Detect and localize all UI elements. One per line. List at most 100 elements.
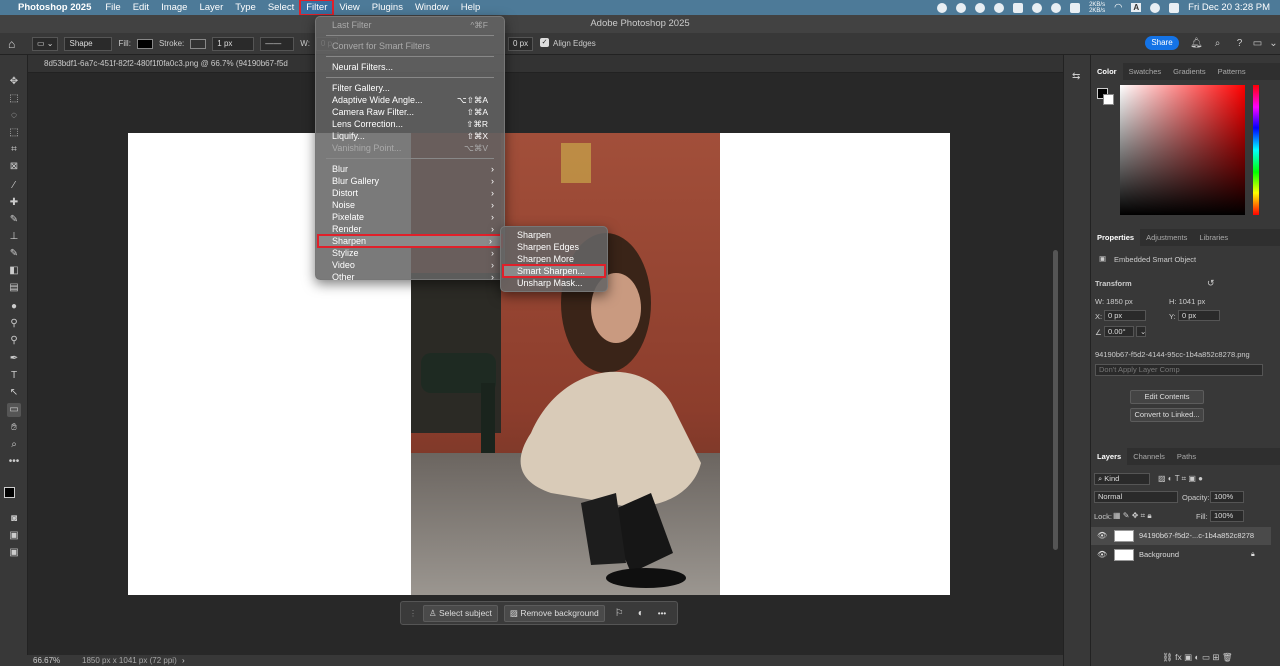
workspace-menu-icon[interactable]: ⌄ [1268,38,1279,49]
menu-item-filter-gallery[interactable]: Filter Gallery... [316,82,504,94]
sharpen-tool-icon[interactable]: ⚲ [7,334,21,348]
tab-color[interactable]: Color [1091,63,1123,80]
shape-tool-preset[interactable]: ▭ ⌄ [32,36,59,51]
marquee-tool-icon[interactable]: ⬚ [7,92,21,106]
tab-paths[interactable]: Paths [1171,448,1202,465]
chevron-right-icon[interactable]: › [182,655,185,666]
screen-mode-icon[interactable]: ▣ [7,529,21,543]
y-field[interactable]: 0 px [1178,310,1220,321]
menu-item-neural-filters[interactable]: Neural Filters... [316,61,504,73]
generative-icon[interactable]: ▣ [7,546,21,560]
menu-layer[interactable]: Layer [193,0,229,15]
layer-row-background[interactable]: 👁︎ Background 🔒︎ [1091,546,1271,564]
apple-icon[interactable] [0,0,12,15]
menu-item-noise[interactable]: Noise › [316,199,504,211]
color-picker-field[interactable] [1120,85,1245,215]
submenu-item-unsharp-mask[interactable]: Unsharp Mask... [501,277,607,289]
checkmark-icon[interactable] [956,2,967,13]
history-brush-tool-icon[interactable]: ✎ [7,247,21,261]
hand-tool-icon[interactable]: ✋︎ [7,421,21,435]
visibility-eye-icon[interactable]: 👁︎ [1097,546,1107,564]
brush-tool-icon[interactable]: ✎ [7,213,21,227]
tab-patterns[interactable]: Patterns [1212,63,1252,80]
menu-item-adaptive-wide-angle[interactable]: Adaptive Wide Angle... ⌥⇧⌘A [316,94,504,106]
layer-filter-kind[interactable]: ⌕ Kind [1094,473,1150,485]
menu-item-last-filter[interactable]: Last Filter ^⌘F [316,19,504,31]
fill-swatch[interactable] [136,38,153,49]
menu-type[interactable]: Type [229,0,262,15]
help-icon[interactable]: ? [1234,38,1245,49]
stroke-width-field[interactable]: 1 px [212,36,255,51]
stroke-type-select[interactable]: —— ⌄ [260,36,295,60]
menu-image[interactable]: Image [155,0,193,15]
menu-item-distort[interactable]: Distort › [316,187,504,199]
drag-handle-icon[interactable]: ⋮ [409,609,417,618]
color-background-swatch[interactable] [1103,94,1114,105]
foreground-color-swatch[interactable] [4,487,15,498]
tab-libraries[interactable]: Libraries [1193,229,1234,246]
status-icon[interactable] [994,2,1005,13]
x-field[interactable]: 0 px [1104,310,1146,321]
tool-mode-select[interactable]: Shape [64,36,113,51]
menu-file[interactable]: File [99,0,126,15]
menu-item-stylize[interactable]: Stylize › [316,247,504,259]
history-panel-icon[interactable]: ⇆ [1072,71,1080,82]
path-selection-tool-icon[interactable]: ↖ [7,386,21,400]
status-icon[interactable] [1013,2,1024,13]
rectangle-tool-icon[interactable]: ▭ [7,403,21,417]
menu-item-liquify[interactable]: Liquify... ⇧⌘X [316,130,504,142]
menu-item-blur-gallery[interactable]: Blur Gallery › [316,175,504,187]
clone-stamp-tool-icon[interactable]: ⊥ [7,230,21,244]
vertical-scrollbar[interactable] [1053,250,1058,550]
tab-layers[interactable]: Layers [1091,448,1128,465]
menu-app-name[interactable]: Photoshop 2025 [12,0,99,15]
remove-background-button[interactable]: ▨ Remove background [503,604,605,622]
share-button[interactable]: Share [1145,36,1179,50]
menu-view[interactable]: View [333,0,365,15]
play-icon[interactable] [1032,2,1043,13]
battery-icon[interactable] [1070,2,1081,13]
status-icon[interactable] [1051,2,1062,13]
hue-slider[interactable] [1253,85,1259,215]
convert-to-linked-button[interactable]: Convert to Linked... [1130,408,1204,422]
object-selection-tool-icon[interactable]: ⬚ [7,126,21,140]
blur-tool-icon[interactable]: ● [7,300,21,314]
move-tool-icon[interactable]: ✥ [7,75,21,89]
submenu-item-sharpen-more[interactable]: Sharpen More [501,253,607,265]
home-icon[interactable]: ⌂ [8,37,26,51]
angle-dropdown[interactable]: ⌄ [1136,326,1146,337]
gradient-tool-icon[interactable]: ▤ [7,281,21,295]
submenu-item-smart-sharpen[interactable]: Smart Sharpen... [502,264,606,278]
layer-actions-icons[interactable]: ⛓ fx ▣ ◐ ▭ ⊞ 🗑︎ [1162,652,1233,663]
transform-icon[interactable]: ⚐ [611,608,628,619]
healing-brush-tool-icon[interactable]: ✚ [7,196,21,210]
layer-comp-select[interactable]: Don't Apply Layer Comp [1095,364,1263,376]
document-tab[interactable]: 8d53bdf1-6a7c-451f-82f2-480f1f0fa0c3.png… [28,55,1063,73]
tab-channels[interactable]: Channels [1127,448,1171,465]
menu-item-pixelate[interactable]: Pixelate › [316,211,504,223]
control-center-icon[interactable] [1169,2,1180,13]
adjustment-icon[interactable]: ◐ [634,608,648,619]
eraser-tool-icon[interactable]: ◧ [7,264,21,278]
datetime[interactable]: Fri Dec 20 3:28 PM [1188,2,1270,13]
menu-item-sharpen[interactable]: Sharpen › [317,234,503,248]
tab-adjustments[interactable]: Adjustments [1140,229,1193,246]
lock-icons[interactable]: ▦ ✎ ✥ ⌗ 🔒︎ [1113,511,1152,521]
crop-tool-icon[interactable]: ⌗ [7,143,21,157]
menu-item-camera-raw-filter[interactable]: Camera Raw Filter... ⇧⌘A [316,106,504,118]
more-options-button[interactable]: ••• [654,609,670,618]
edit-contents-button[interactable]: Edit Contents [1130,390,1204,404]
lasso-tool-icon[interactable]: ◌ [7,109,21,123]
wifi-icon[interactable]: ◠ [1114,2,1122,13]
tab-swatches[interactable]: Swatches [1123,63,1168,80]
opacity-field[interactable]: 100% [1210,491,1244,503]
select-subject-button[interactable]: ♙ Select subject [423,604,498,622]
type-tool-icon[interactable]: T [7,369,21,383]
pen-tool-icon[interactable]: ✒ [7,352,21,366]
dodge-tool-icon[interactable]: ⚲ [7,317,21,331]
menu-select[interactable]: Select [262,0,300,15]
menu-plugins[interactable]: Plugins [366,0,409,15]
menu-item-convert-smart-filters[interactable]: Convert for Smart Filters [316,40,504,52]
menu-item-blur[interactable]: Blur › [316,163,504,175]
menu-item-other[interactable]: Other › [316,271,504,283]
